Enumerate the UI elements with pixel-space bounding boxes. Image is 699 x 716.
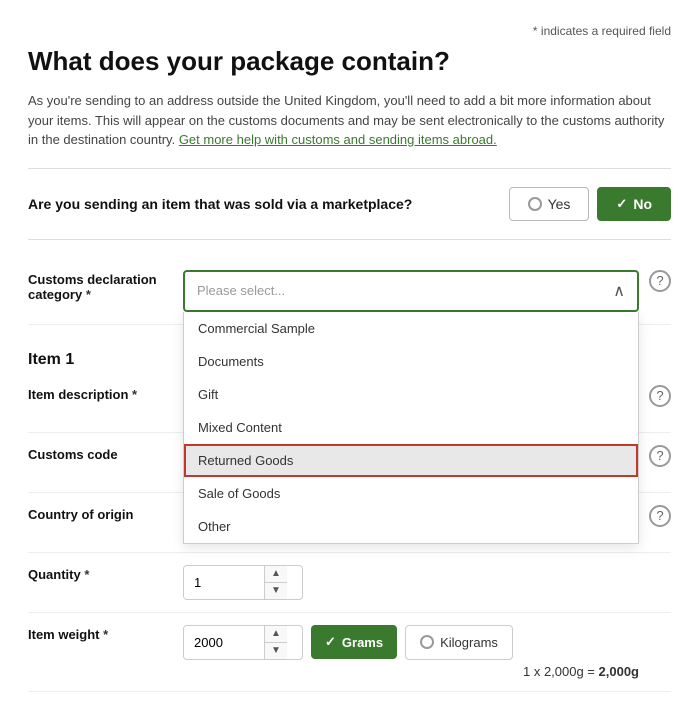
marketplace-buttons: Yes ✓ No [509,187,671,221]
quantity-input-wrap: ▲ ▼ [183,565,303,600]
customs-category-row: Customs declaration category * Please se… [28,258,671,325]
page-container: * indicates a required field What does y… [0,0,699,716]
quantity-input[interactable] [184,566,264,599]
weight-summary-bold: 2,000g [599,664,639,679]
chevron-up-icon: ∧ [613,281,625,301]
kilograms-button[interactable]: Kilograms [405,625,513,660]
item-description-help-icon[interactable]: ? [649,385,671,407]
item-weight-control: ▲ ▼ ✓ Grams Kilograms 1 x 2,000g = 2,000… [183,625,639,679]
grams-check-icon: ✓ [325,634,336,650]
dropdown-item-mixed-content[interactable]: Mixed Content [184,411,638,444]
quantity-label: Quantity * [28,565,183,582]
quantity-up-button[interactable]: ▲ [265,566,287,583]
kilograms-label: Kilograms [440,635,498,650]
required-note: * indicates a required field [28,24,671,38]
form-section: Customs declaration category * Please se… [28,258,671,692]
quantity-control: ▲ ▼ [183,565,639,600]
customs-category-help-icon[interactable]: ? [649,270,671,292]
page-title: What does your package contain? [28,46,671,77]
marketplace-row: Are you sending an item that was sold vi… [28,187,671,221]
country-of-origin-label: Country of origin [28,505,183,522]
weight-summary-text: 1 x 2,000g = [523,664,599,679]
grams-label: Grams [342,635,383,650]
item-weight-row: Item weight * ▲ ▼ ✓ Grams [28,613,671,692]
customs-code-label: Customs code [28,445,183,462]
dropdown-item-returned-goods[interactable]: Returned Goods [184,444,638,477]
dropdown-menu: Commercial Sample Documents Gift Mixed C… [183,312,639,544]
yes-label: Yes [548,196,571,212]
item-section-title: Item 1 [28,337,74,373]
customs-category-select[interactable]: Please select... ∧ [183,270,639,312]
dropdown-item-commercial-sample[interactable]: Commercial Sample [184,312,638,345]
customs-help-link[interactable]: Get more help with customs and sending i… [179,132,497,147]
customs-category-control: Please select... ∧ Commercial Sample Doc… [183,270,639,312]
customs-category-label: Customs declaration category * [28,270,183,302]
marketplace-question: Are you sending an item that was sold vi… [28,196,509,212]
page-description: As you're sending to an address outside … [28,91,671,150]
divider-1 [28,168,671,169]
kilograms-radio-icon [420,635,434,649]
no-label: No [633,196,652,212]
yes-button[interactable]: Yes [509,187,590,221]
item-description-label: Item description * [28,385,183,402]
select-placeholder: Please select... [197,283,285,298]
weight-spinner: ▲ ▼ [264,626,287,659]
grams-button[interactable]: ✓ Grams [311,625,397,659]
weight-down-button[interactable]: ▼ [265,643,287,659]
quantity-spinner: ▲ ▼ [264,566,287,599]
dropdown-item-documents[interactable]: Documents [184,345,638,378]
weight-summary: 1 x 2,000g = 2,000g [183,664,639,679]
quantity-down-button[interactable]: ▼ [265,583,287,599]
item-weight-label: Item weight * [28,625,183,642]
no-button[interactable]: ✓ No [597,187,671,221]
dropdown-item-other[interactable]: Other [184,510,638,543]
divider-2 [28,239,671,240]
dropdown-item-sale-of-goods[interactable]: Sale of Goods [184,477,638,510]
country-of-origin-help-icon[interactable]: ? [649,505,671,527]
no-check-icon: ✓ [616,196,627,212]
yes-radio-icon [528,197,542,211]
weight-input[interactable] [184,626,264,659]
weight-input-wrap: ▲ ▼ [183,625,303,660]
customs-code-help-icon[interactable]: ? [649,445,671,467]
quantity-row: Quantity * ▲ ▼ [28,553,671,613]
weight-up-button[interactable]: ▲ [265,626,287,643]
dropdown-item-gift[interactable]: Gift [184,378,638,411]
weight-row: ▲ ▼ ✓ Grams Kilograms [183,625,639,660]
